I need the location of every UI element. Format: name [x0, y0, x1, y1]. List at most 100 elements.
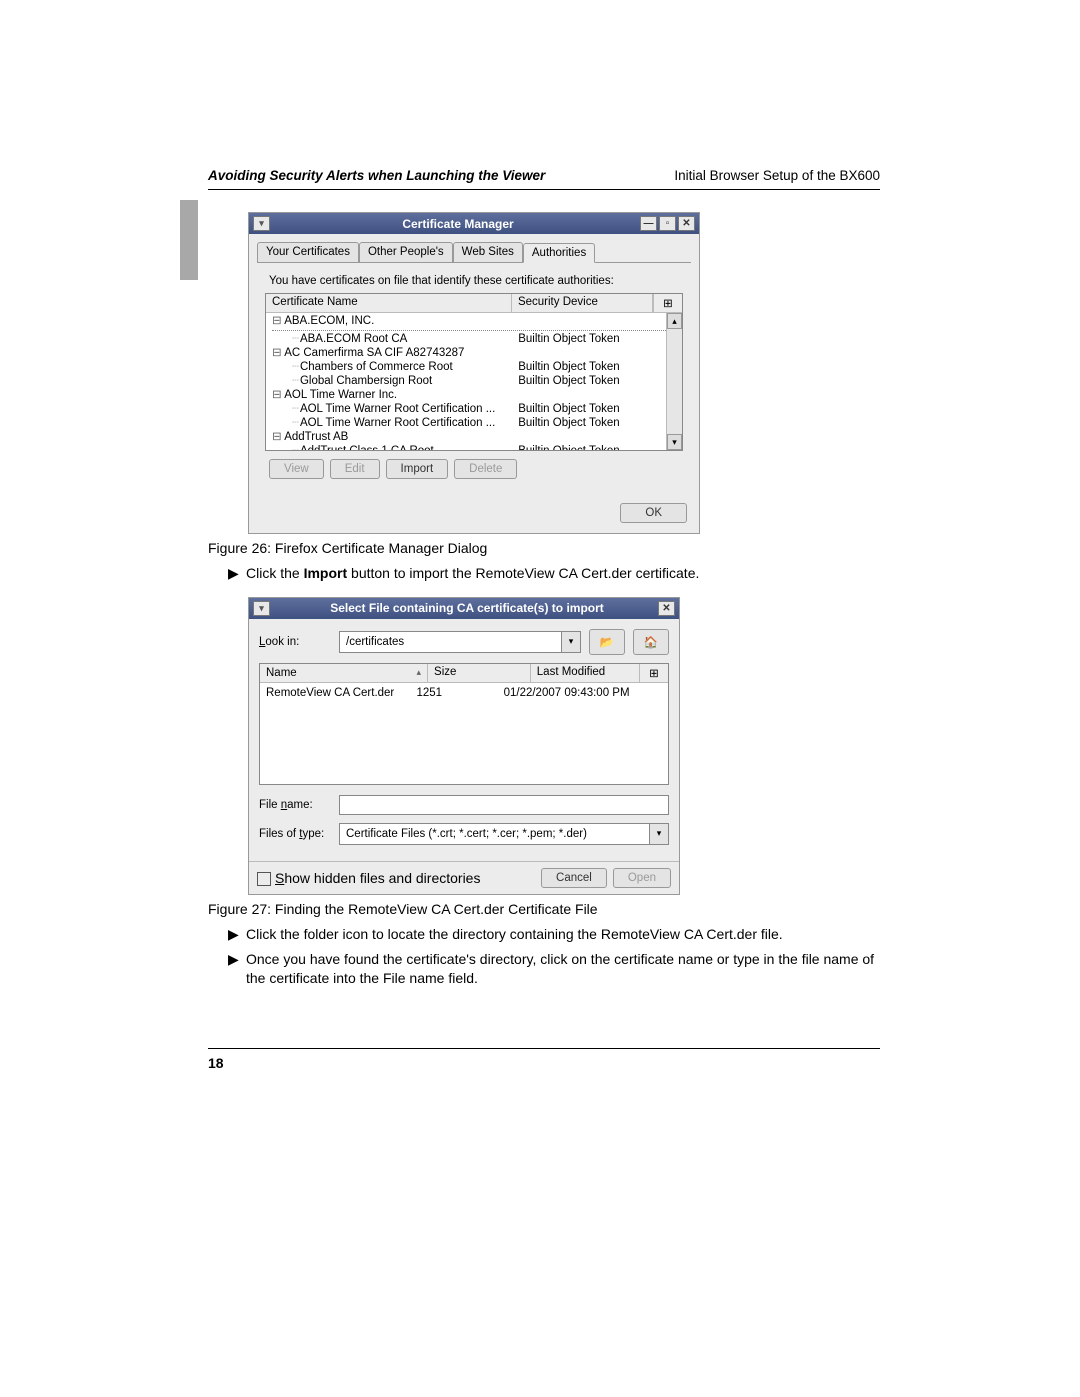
- cm-scrollbar[interactable]: ▴ ▾: [666, 313, 682, 450]
- col-security-device[interactable]: Security Device: [512, 294, 653, 312]
- bullet-icon: ▶: [228, 925, 246, 944]
- cert-security: [498, 346, 676, 360]
- cm-instruction: You have certificates on file that ident…: [269, 275, 679, 287]
- cert-row[interactable]: Global Chambersign RootBuiltin Object To…: [266, 374, 682, 388]
- cert-security: Builtin Object Token: [518, 332, 676, 346]
- cert-security: [498, 430, 676, 444]
- section-marker: [180, 200, 198, 280]
- cert-security: Builtin Object Token: [518, 444, 676, 450]
- chevron-down-icon[interactable]: ▾: [561, 632, 580, 652]
- chevron-down-icon[interactable]: ▾: [649, 824, 668, 844]
- window-menu-icon[interactable]: ▾: [253, 601, 270, 616]
- cm-title: Certificate Manager: [276, 217, 640, 231]
- bullet-1-text: Click the Import button to import the Re…: [246, 564, 880, 583]
- cert-name: Chambers of Commerce Root: [272, 360, 518, 374]
- col-last-modified[interactable]: Last Modified: [531, 664, 640, 682]
- cert-name: AOL Time Warner Root Certification ...: [272, 416, 518, 430]
- col-file-size[interactable]: Size: [428, 664, 531, 682]
- cert-name: AC Camerfirma SA CIF A82743287: [272, 346, 498, 360]
- home-icon: 🏠: [644, 635, 658, 649]
- file-row[interactable]: RemoteView CA Cert.der125101/22/2007 09:…: [260, 685, 668, 701]
- fd-titlebar: ▾ Select File containing CA certificate(…: [249, 598, 679, 619]
- cert-name: ABA.ECOM Root CA: [272, 332, 518, 346]
- col-config-icon[interactable]: ⊞: [640, 664, 668, 682]
- cm-titlebar: ▾ Certificate Manager — ▫ ✕: [249, 213, 699, 234]
- cert-row[interactable]: ABA.ECOM, INC.: [266, 314, 682, 328]
- cert-security: Builtin Object Token: [518, 416, 676, 430]
- lookin-label: Look in:: [259, 636, 331, 648]
- scroll-up-icon[interactable]: ▴: [667, 313, 682, 329]
- fd-title: Select File containing CA certificate(s)…: [276, 601, 658, 615]
- cert-row[interactable]: AC Camerfirma SA CIF A82743287: [266, 346, 682, 360]
- cm-tabs: Your Certificates Other People's Web Sit…: [257, 242, 691, 263]
- cert-row[interactable]: ABA.ECOM Root CABuiltin Object Token: [266, 332, 682, 346]
- lookin-combo[interactable]: /certificates ▾: [339, 631, 581, 653]
- scroll-down-icon[interactable]: ▾: [667, 434, 682, 450]
- import-button[interactable]: Import: [386, 459, 449, 479]
- file-name: RemoteView CA Cert.der: [266, 685, 416, 701]
- maximize-icon[interactable]: ▫: [659, 216, 676, 231]
- tab-web-sites[interactable]: Web Sites: [453, 242, 523, 262]
- folder-up-icon: 📂: [600, 635, 614, 649]
- cert-name: AOL Time Warner Root Certification ...: [272, 402, 518, 416]
- cert-name: AOL Time Warner Inc.: [272, 388, 498, 402]
- cert-name: ABA.ECOM, INC.: [272, 314, 498, 328]
- view-button[interactable]: View: [269, 459, 324, 479]
- cert-security: [498, 388, 676, 402]
- cert-name: AddTrust Class 1 CA Root: [272, 444, 518, 450]
- page-header: Avoiding Security Alerts when Launching …: [208, 168, 880, 190]
- file-size: 1251: [416, 685, 503, 701]
- tab-your-certificates[interactable]: Your Certificates: [257, 242, 359, 262]
- cert-security: Builtin Object Token: [518, 360, 676, 374]
- page-number: 18: [208, 1055, 224, 1071]
- bullet-3-text: Once you have found the certificate's di…: [246, 950, 880, 988]
- close-icon[interactable]: ✕: [658, 601, 675, 616]
- cm-cert-list[interactable]: Certificate Name Security Device ⊞ ABA.E…: [265, 293, 683, 451]
- edit-button[interactable]: Edit: [330, 459, 380, 479]
- filetype-label: Files of type:: [259, 828, 331, 840]
- page-footer: 18: [208, 1048, 880, 1071]
- filetype-value: Certificate Files (*.crt; *.cert; *.cer;…: [340, 828, 649, 840]
- header-right: Initial Browser Setup of the BX600: [674, 168, 880, 183]
- cert-row[interactable]: AOL Time Warner Inc.: [266, 388, 682, 402]
- open-button[interactable]: Open: [613, 868, 671, 888]
- filename-input[interactable]: [339, 795, 669, 815]
- cert-name: Global Chambersign Root: [272, 374, 518, 388]
- home-button[interactable]: 🏠: [633, 629, 669, 655]
- cert-row[interactable]: AOL Time Warner Root Certification ...Bu…: [266, 416, 682, 430]
- show-hidden-checkbox[interactable]: Show hidden files and directories: [257, 870, 480, 886]
- lookin-value: /certificates: [340, 636, 561, 648]
- certificate-manager-dialog: ▾ Certificate Manager — ▫ ✕ Your Certifi…: [248, 212, 700, 534]
- delete-button[interactable]: Delete: [454, 459, 517, 479]
- ok-button[interactable]: OK: [620, 503, 687, 523]
- bullet-icon: ▶: [228, 950, 246, 988]
- cert-security: Builtin Object Token: [518, 402, 676, 416]
- file-list[interactable]: Name▴ Size Last Modified ⊞ RemoteView CA…: [259, 663, 669, 785]
- tab-authorities[interactable]: Authorities: [523, 243, 595, 263]
- cert-name: AddTrust AB: [272, 430, 498, 444]
- bullet-2-text: Click the folder icon to locate the dire…: [246, 925, 880, 944]
- file-modified: 01/22/2007 09:43:00 PM: [504, 685, 662, 701]
- window-menu-icon[interactable]: ▾: [253, 216, 270, 231]
- sort-asc-icon: ▴: [417, 667, 422, 678]
- col-config-icon[interactable]: ⊞: [653, 294, 682, 312]
- col-cert-name[interactable]: Certificate Name: [266, 294, 512, 312]
- cert-row[interactable]: AOL Time Warner Root Certification ...Bu…: [266, 402, 682, 416]
- figure-26-caption: Figure 26: Firefox Certificate Manager D…: [208, 540, 880, 556]
- cert-row[interactable]: AddTrust Class 1 CA RootBuiltin Object T…: [266, 444, 682, 450]
- bullet-icon: ▶: [228, 564, 246, 583]
- minimize-icon[interactable]: —: [640, 216, 657, 231]
- cancel-button[interactable]: Cancel: [541, 868, 607, 888]
- filename-label: File name:: [259, 799, 331, 811]
- up-folder-button[interactable]: 📂: [589, 629, 625, 655]
- cert-row[interactable]: Chambers of Commerce RootBuiltin Object …: [266, 360, 682, 374]
- close-icon[interactable]: ✕: [678, 216, 695, 231]
- header-left: Avoiding Security Alerts when Launching …: [208, 168, 545, 183]
- filetype-combo[interactable]: Certificate Files (*.crt; *.cert; *.cer;…: [339, 823, 669, 845]
- file-open-dialog: ▾ Select File containing CA certificate(…: [248, 597, 680, 895]
- cert-security: [498, 314, 676, 328]
- tab-other-peoples[interactable]: Other People's: [359, 242, 453, 262]
- figure-27-caption: Figure 27: Finding the RemoteView CA Cer…: [208, 901, 880, 917]
- col-file-name[interactable]: Name▴: [260, 664, 428, 682]
- cert-row[interactable]: AddTrust AB: [266, 430, 682, 444]
